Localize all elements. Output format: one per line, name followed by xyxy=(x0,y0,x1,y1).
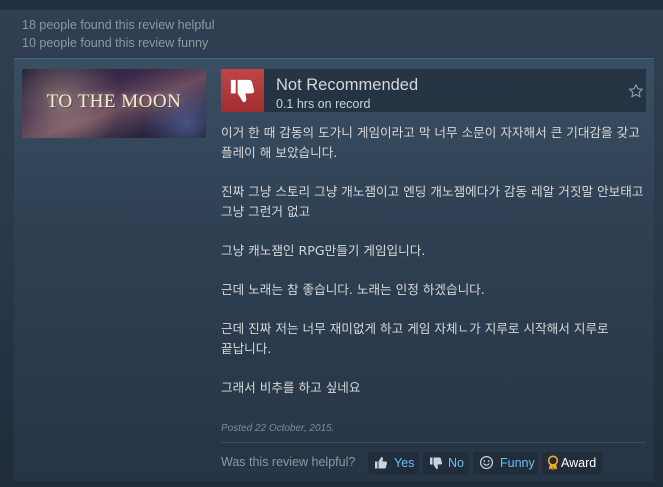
steam-review-page: 18 people found this review helpful 10 p… xyxy=(0,0,663,487)
vote-yes-button[interactable]: Yes xyxy=(368,452,419,474)
game-capsule-image[interactable]: TO THE MOON xyxy=(22,69,206,138)
top-strip xyxy=(0,0,663,10)
game-capsule-title: TO THE MOON xyxy=(46,91,182,112)
review-body: 이거 한 때 감동의 도가니 게임이라고 막 너무 소문이 자자해서 큰 기대감… xyxy=(221,123,646,417)
review-paragraph: 이거 한 때 감동의 도가니 게임이라고 막 너무 소문이 자자해서 큰 기대감… xyxy=(221,125,640,160)
thumbs-down-icon xyxy=(430,457,442,469)
star-icon[interactable] xyxy=(628,83,644,99)
posted-date: Posted 22 October, 2015. xyxy=(221,423,335,434)
review-paragraph: 근데 노래는 참 좋습니다. 노래는 인정 하겠습니다. xyxy=(221,282,485,297)
award-label: Award xyxy=(561,456,597,470)
thumbs-down-icon xyxy=(230,79,255,103)
vote-no-button[interactable]: No xyxy=(423,452,469,474)
award-icon xyxy=(547,455,559,471)
helpful-count-text: 18 people found this review helpful xyxy=(22,18,215,32)
hours-on-record: 0.1 hrs on record xyxy=(276,97,371,111)
recommendation-title: Not Recommended xyxy=(276,76,419,94)
review-paragraph: 그래서 비추를 하고 싶네요 xyxy=(221,380,361,395)
review-vote-header[interactable]: Not Recommended 0.1 hrs on record xyxy=(221,69,646,112)
vote-yes-label: Yes xyxy=(394,456,415,470)
award-button[interactable]: Award xyxy=(542,452,602,474)
vote-funny-button[interactable]: Funny xyxy=(473,452,538,474)
review-divider xyxy=(221,442,646,443)
review-paragraph: 진짜 그냥 스토리 그냥 개노잼이고 엔딩 개노잼에다가 감동 레알 거짓말 안… xyxy=(221,184,644,219)
smiley-icon xyxy=(479,455,494,470)
review-paragraph: 근데 진짜 저는 너무 재미없게 하고 게임 자체ㄴ가 지루로 시작해서 지루로… xyxy=(221,321,609,356)
vote-no-label: No xyxy=(448,456,464,470)
helpful-question: Was this review helpful? xyxy=(221,455,356,469)
thumbs-up-icon xyxy=(375,457,387,469)
review-paragraph: 그냥 캐노잼인 RPG만들기 게임입니다. xyxy=(221,243,426,258)
vote-funny-label: Funny xyxy=(500,456,535,470)
funny-count-text: 10 people found this review funny xyxy=(22,36,209,50)
thumbs-down-badge xyxy=(221,69,264,112)
review-card: TO THE MOON Not Recommended 0.1 hrs on r… xyxy=(14,58,654,481)
previous-review-footer: 18 people found this review helpful 10 p… xyxy=(14,14,654,54)
